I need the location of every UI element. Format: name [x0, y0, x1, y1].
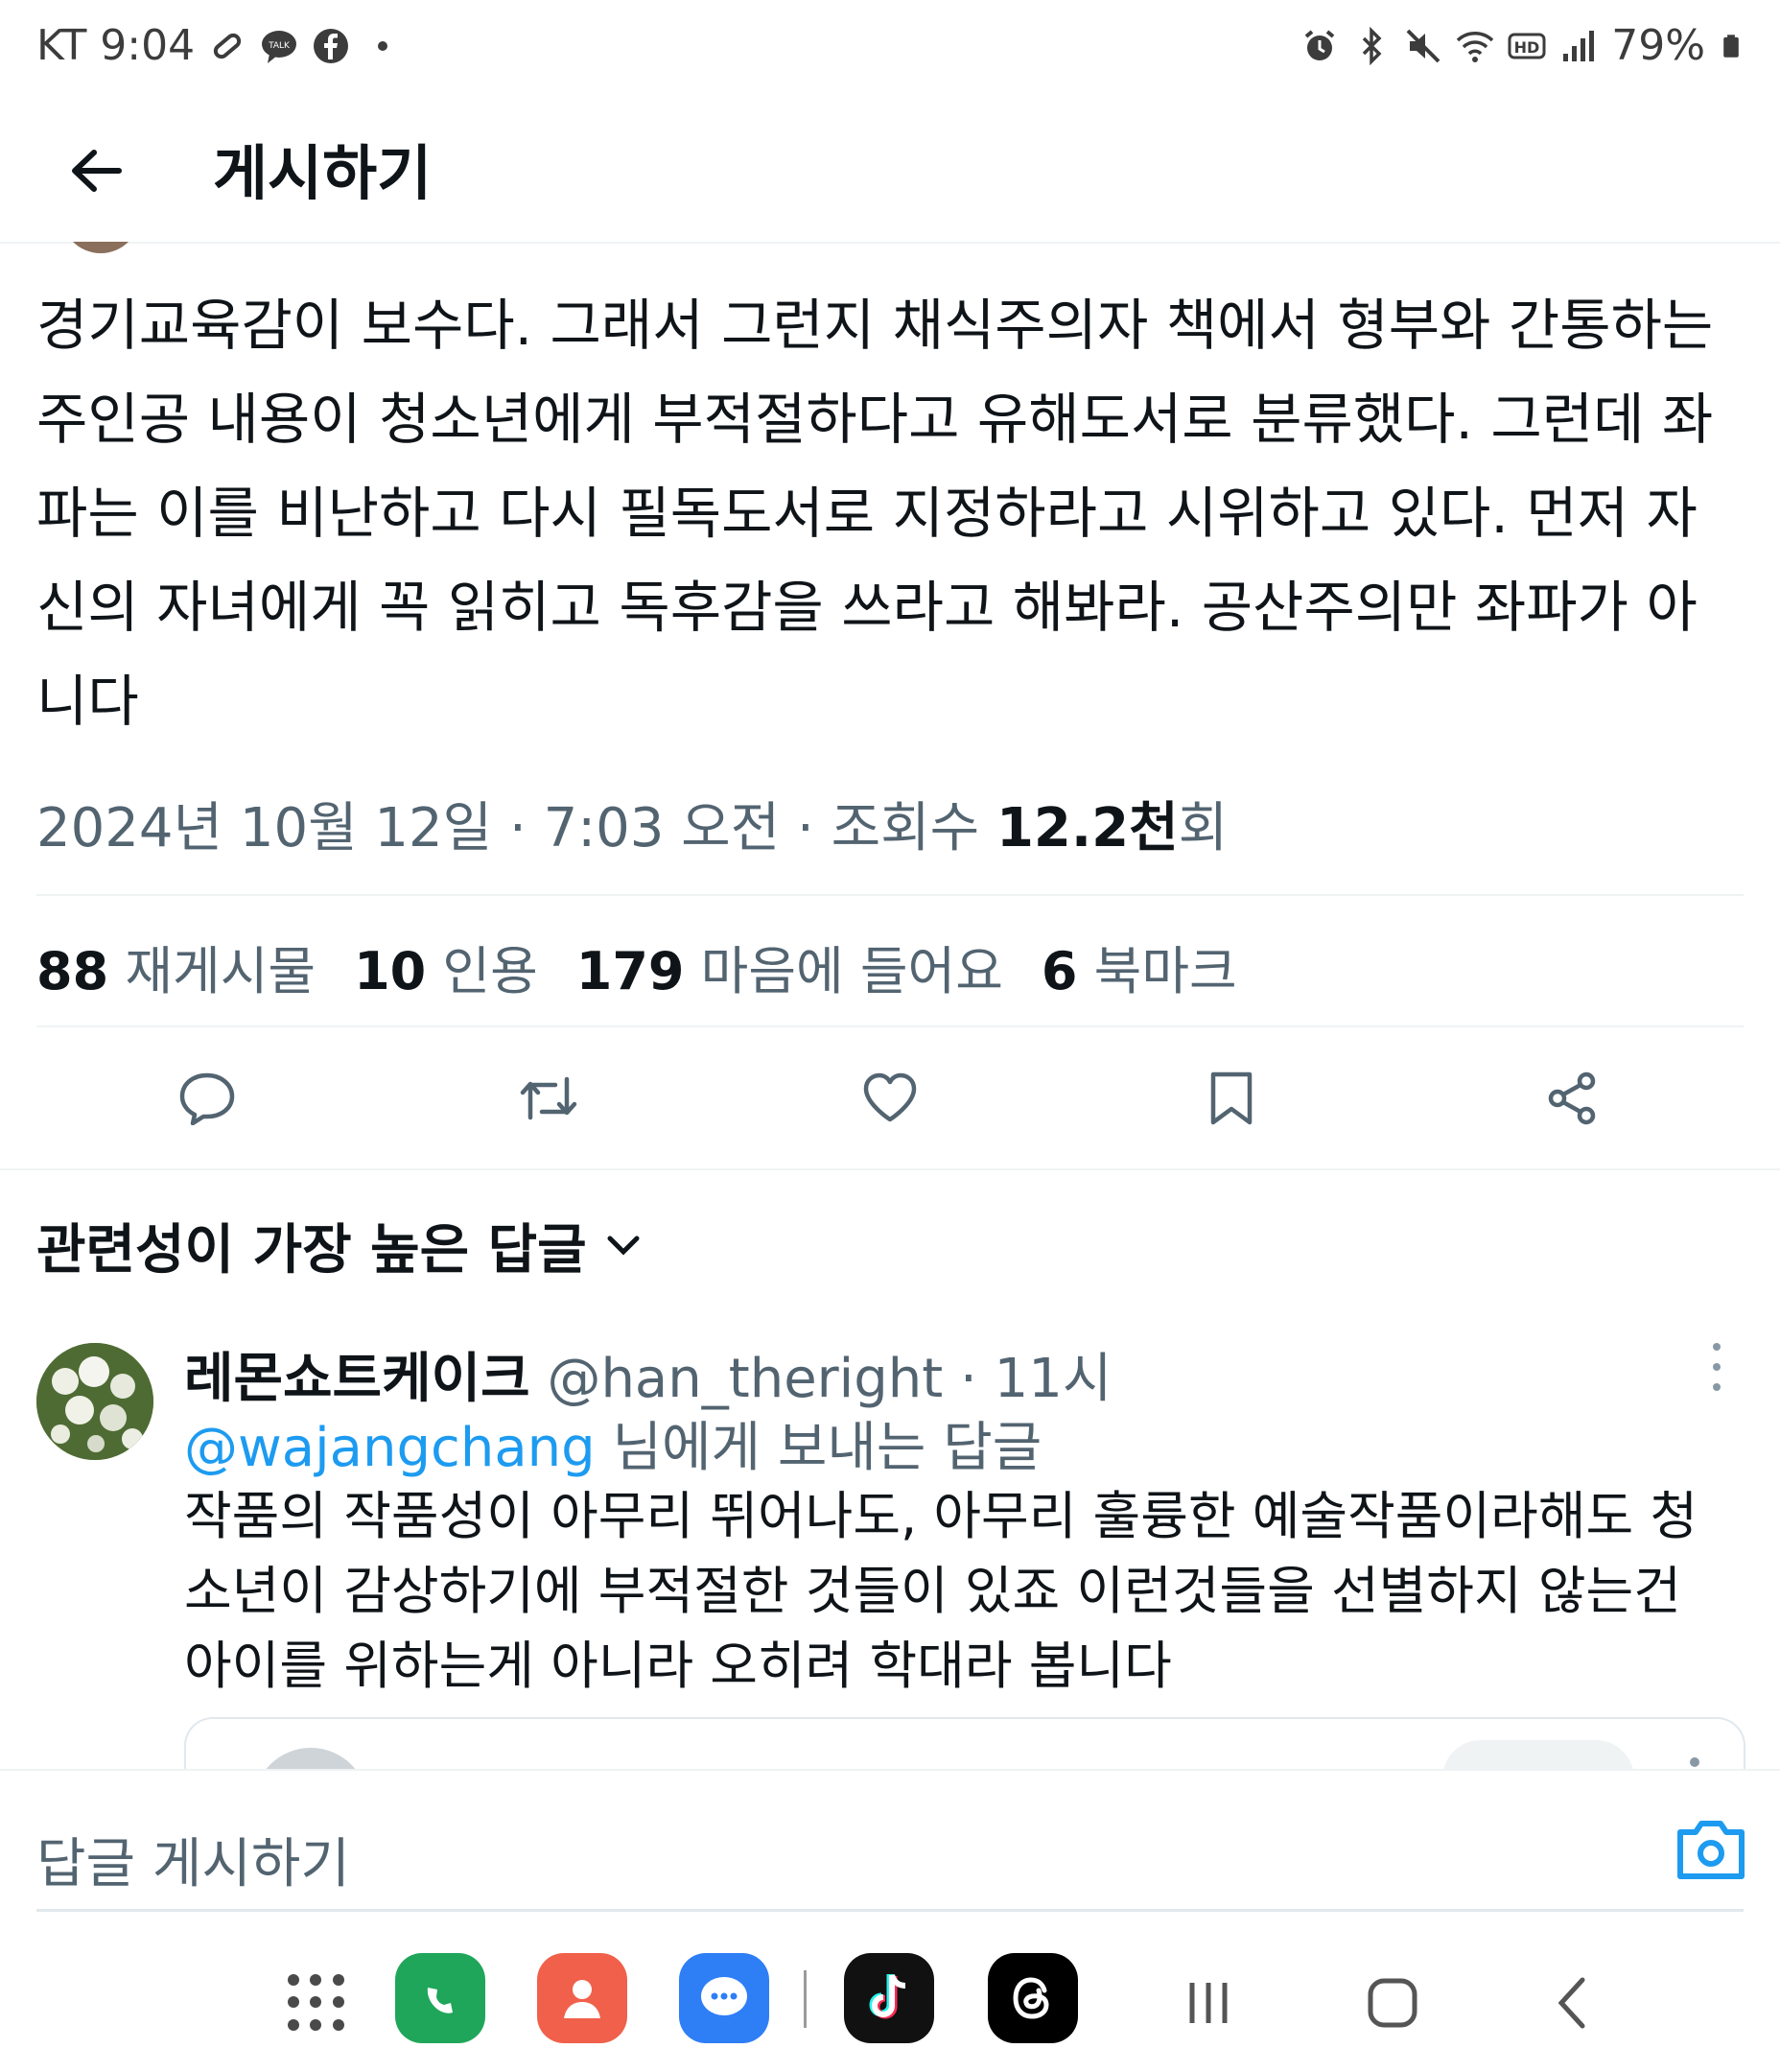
repost-icon [520, 1076, 577, 1120]
nav-back-button[interactable] [1534, 1965, 1611, 2041]
phone-glyph [427, 1988, 453, 2013]
flowers-image [36, 1343, 153, 1460]
stat-likes[interactable]: 179 마음에 들어요 [576, 929, 1003, 1004]
heart-icon [863, 1072, 917, 1122]
view-suffix: 회 [1178, 797, 1229, 859]
share-button[interactable] [1525, 1050, 1621, 1146]
bluetooth-icon [1362, 26, 1382, 65]
dot-icon [378, 40, 388, 51]
comment-icon [179, 1072, 235, 1125]
camera-button[interactable] [1673, 1817, 1749, 1884]
mute-icon [1406, 29, 1440, 62]
tweet-author-avatar[interactable] [61, 242, 140, 253]
recent-apps-button[interactable] [1170, 1965, 1247, 2041]
bookmark-button[interactable] [1183, 1050, 1279, 1146]
facebook-icon [314, 28, 349, 63]
repost-button[interactable] [501, 1050, 597, 1146]
more-options-button[interactable] [1698, 1343, 1736, 1391]
reply-header: 레몬쇼트케이크 @han_theright · 11시 [184, 1335, 1112, 1413]
arrow-left-icon [72, 150, 122, 192]
divider [36, 1025, 1744, 1027]
view-count: 12.2천 [995, 797, 1179, 859]
share-icon [1548, 1071, 1596, 1125]
messages-app-icon[interactable] [679, 1953, 769, 2043]
app-drawer-icon[interactable] [288, 1974, 345, 2032]
tweet-meta: 2024년 10월 12일 · 7:03 오전 · 조회수 12.2천회 [36, 785, 1228, 862]
reply-text: 작품의 작품성이 아무리 뛰어나도, 아무리 훌륭한 예술작품이라해도 청소년이… [184, 1486, 1698, 1696]
tiktok-glyph [869, 1974, 906, 2019]
reply-button[interactable] [159, 1050, 255, 1146]
divider [36, 894, 1744, 896]
svg-text:TALK: TALK [268, 41, 291, 51]
threads-app-icon[interactable] [988, 1953, 1078, 2043]
tweet-stats: 88 재게시물 10 인용 179 마음에 들어요 6 북마크 [36, 929, 1237, 1004]
like-button[interactable] [842, 1050, 938, 1146]
reply-sort-label: 관련성이 가장 높은 답글 [36, 1219, 587, 1282]
reply-author-name[interactable]: 레몬쇼트케이크 [184, 1348, 530, 1410]
kakaotalk-icon: TALK [262, 30, 297, 63]
camera-icon [1677, 1821, 1745, 1879]
battery-percent: 79% [1611, 21, 1705, 70]
status-left: KT 9:04 TALK [36, 21, 402, 70]
tweet-actions [36, 1036, 1744, 1161]
phone-app-icon[interactable] [395, 1953, 485, 2043]
reply-sort-dropdown[interactable]: 관련성이 가장 높은 답글 [36, 1207, 641, 1284]
input-underline [36, 1909, 1744, 1912]
page-title: 게시하기 [213, 138, 433, 208]
replying-to-suffix: 님에게 보내는 답글 [595, 1417, 1042, 1479]
home-button[interactable] [1354, 1965, 1431, 2041]
mention-link[interactable]: @wajangchang [184, 1417, 596, 1479]
replying-to: @wajangchang 님에게 보내는 답글 [184, 1404, 1042, 1482]
wifi-icon [1456, 31, 1494, 62]
alarm-icon [1304, 29, 1335, 60]
clip-icon [213, 33, 242, 59]
status-right: HD 79% [1300, 21, 1744, 70]
bookmark-icon [1210, 1071, 1253, 1125]
chevron-left-icon [1558, 1977, 1585, 2029]
stat-reposts[interactable]: 88 재게시물 [36, 929, 316, 1004]
home-icon [1368, 1978, 1417, 2028]
person-glyph [564, 1980, 600, 2018]
svg-text:HD: HD [1514, 38, 1540, 57]
battery-icon [1723, 34, 1739, 58]
hd-icon: HD [1508, 33, 1546, 59]
tweet-text: 경기교육감이 보수다. 그래서 그런지 채식주의자 책에서 형부와 간통하는 주… [36, 293, 1714, 734]
reply-handle-time: @han_theright · 11시 [529, 1348, 1112, 1410]
signal-icon [1563, 30, 1595, 61]
divider [0, 1168, 1780, 1170]
reply-input[interactable]: 답글 게시하기 [36, 1821, 350, 1898]
tweet-timestamp[interactable]: 2024년 10월 12일 · 7:03 오전 · 조회수 [36, 797, 996, 859]
carrier-time: KT 9:04 [36, 21, 196, 70]
quoted-more-icon [1690, 1757, 1699, 1767]
contacts-app-icon[interactable] [537, 1953, 627, 2043]
tiktok-app-icon[interactable] [844, 1953, 934, 2043]
chevron-down-icon [607, 1236, 640, 1256]
back-button[interactable] [48, 123, 144, 219]
recents-icon [1189, 1983, 1228, 2023]
chat-glyph [701, 1977, 747, 2015]
stat-bookmarks[interactable]: 6 북마크 [1042, 929, 1237, 1004]
stat-quotes[interactable]: 10 인용 [354, 929, 538, 1004]
threads-glyph [1013, 1977, 1049, 2019]
avatar[interactable] [36, 1343, 153, 1460]
dock-separator [804, 1970, 807, 2028]
